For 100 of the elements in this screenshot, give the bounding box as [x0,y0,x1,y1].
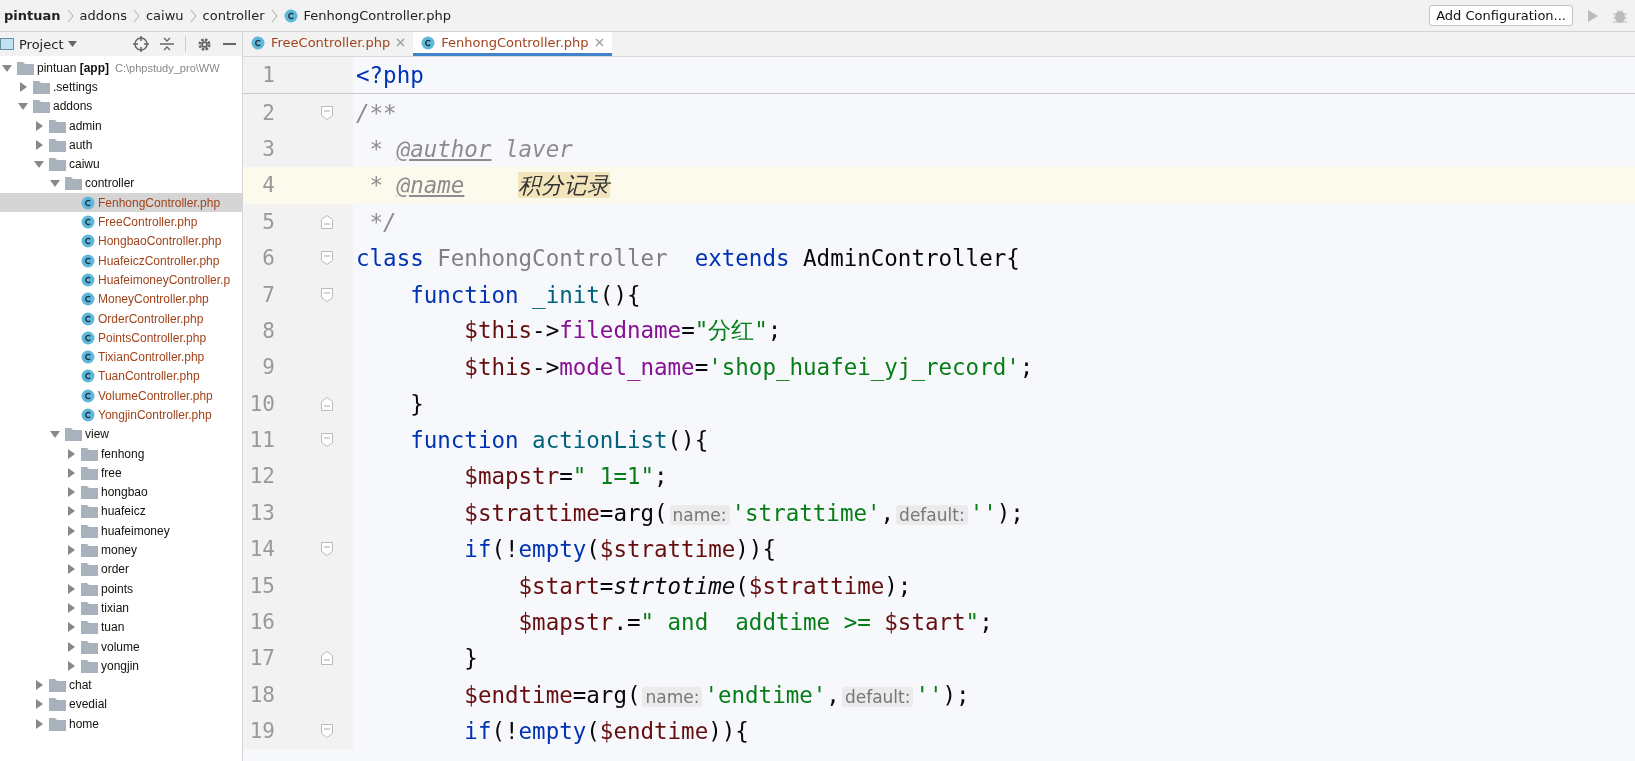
tree-item[interactable]: order [0,559,242,579]
line-number: 4 [261,173,275,198]
tree-item[interactable]: hongbao [0,482,242,502]
fold-icon[interactable] [321,542,333,557]
fold-icon[interactable] [321,105,333,120]
tree-item[interactable]: caiwu [0,154,242,174]
tree-item[interactable]: tuan [0,617,242,637]
expanded-arrow-icon[interactable] [18,101,28,112]
collapsed-arrow-icon[interactable] [66,487,76,498]
tree-item[interactable]: home [0,714,242,734]
line-number: 14 [248,537,275,562]
locate-icon[interactable] [133,36,149,52]
expanded-arrow-icon[interactable] [50,429,60,440]
tree-item[interactable]: HongbaoController.php [0,231,242,251]
collapsed-arrow-icon[interactable] [34,139,44,150]
fold-icon[interactable] [321,651,333,666]
breadcrumb-item[interactable]: pintuan [4,8,61,23]
folder-icon [81,581,98,596]
class-file-icon [251,35,265,50]
code-line: * @name 积分记录 [368,170,611,200]
fold-icon[interactable] [321,251,333,266]
tree-item[interactable]: PointsController.php [0,328,242,348]
tree-item[interactable]: yongjin [0,656,242,676]
collapsed-arrow-icon[interactable] [66,602,76,613]
collapsed-arrow-icon[interactable] [66,564,76,575]
collapsed-arrow-icon[interactable] [66,545,76,556]
breadcrumb-item[interactable]: FenhongController.php [303,8,451,23]
collapsed-arrow-icon[interactable] [66,660,76,671]
line-number: 16 [248,610,275,635]
tree-item[interactable]: view [0,424,242,444]
line-number: 13 [248,500,275,525]
tree-item[interactable]: HuafeimoneyController.p [0,270,242,290]
class-file-icon [81,234,95,249]
fold-icon[interactable] [321,214,333,229]
tree-item[interactable]: volume [0,636,242,657]
settings-icon[interactable] [197,36,212,52]
collapsed-arrow-icon[interactable] [34,699,44,710]
collapsed-arrow-icon[interactable] [66,622,76,633]
tree-item[interactable]: fenhong [0,443,242,464]
folder-icon [81,504,98,519]
tree-item[interactable]: pintuan [app] C:\phpstudy_pro\WW [0,58,242,78]
tree-item[interactable]: evedial [0,694,242,715]
folder-icon [17,60,34,75]
editor-tab[interactable]: FreeController.php [243,32,414,56]
tree-item[interactable]: TuanController.php [0,366,242,387]
fold-icon[interactable] [321,724,333,739]
class-file-icon [81,408,95,422]
collapsed-arrow-icon[interactable] [34,718,44,729]
tree-item[interactable]: HuafeiczController.php [0,250,242,271]
tree-item[interactable]: OrderController.php [0,308,242,329]
collapsed-arrow-icon[interactable] [66,525,76,536]
tree-item[interactable]: TixianController.php [0,347,242,367]
tree-item[interactable]: huafeimoney [0,521,242,541]
tree-item[interactable]: YongjinController.php [0,405,242,425]
fold-icon[interactable] [321,396,333,411]
tree-item[interactable]: admin [0,115,242,136]
tree-item[interactable]: points [0,579,242,599]
class-file-icon [81,292,95,307]
collapsed-arrow-icon[interactable] [34,120,44,131]
class-file-icon [81,253,95,268]
tree-item[interactable]: chat [0,675,242,695]
tree-item[interactable]: free [0,463,242,483]
close-icon[interactable] [396,38,406,47]
collapsed-arrow-icon[interactable] [18,81,28,92]
tree-item[interactable]: controller [0,173,242,194]
collapsed-arrow-icon[interactable] [66,506,76,517]
breadcrumb-item[interactable]: controller [202,8,265,23]
tree-item[interactable]: tixian [0,598,242,618]
collapsed-arrow-icon[interactable] [66,641,76,652]
expanded-arrow-icon[interactable] [50,178,60,189]
tree-item[interactable]: FreeController.php [0,212,242,232]
collapse-all-icon[interactable] [160,36,174,52]
class-file-icon [421,35,436,50]
expanded-arrow-icon[interactable] [34,159,44,170]
hide-icon[interactable] [223,42,236,46]
expanded-arrow-icon[interactable] [2,62,12,73]
fold-icon[interactable] [321,433,333,448]
editor-tab[interactable]: FenhongController.php [413,32,612,56]
tree-item[interactable]: auth [0,135,242,155]
tree-item[interactable]: FenhongController.php [0,193,242,213]
collapsed-arrow-icon[interactable] [66,448,76,459]
tree-item[interactable]: .settings [0,77,242,97]
collapsed-arrow-icon[interactable] [34,680,44,691]
folder-icon [81,658,98,673]
code-line: * @author laver [368,135,573,162]
tree-item[interactable]: VolumeController.php [0,386,242,406]
tree-item[interactable]: huafeicz [0,501,242,522]
breadcrumb-item[interactable]: addons [79,8,127,23]
tree-item[interactable]: MoneyController.php [0,289,242,309]
fold-icon[interactable] [321,287,333,302]
close-icon[interactable] [594,38,604,47]
tree-item[interactable]: addons [0,96,242,116]
add-configuration-button[interactable]: Add Configuration... [1429,5,1573,26]
collapsed-arrow-icon[interactable] [66,583,76,594]
chevron-icon [132,8,140,23]
breadcrumb-item[interactable]: caiwu [145,8,184,23]
collapsed-arrow-icon[interactable] [66,467,76,478]
line-number: 18 [248,682,275,707]
tree-item[interactable]: money [0,540,242,560]
line-number: 1 [261,63,275,88]
